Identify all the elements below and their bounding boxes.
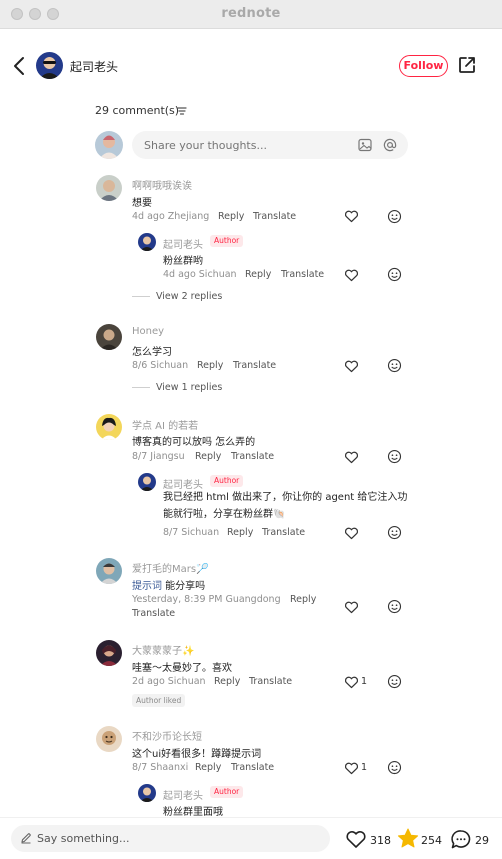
commenter-avatar[interactable] (96, 726, 122, 752)
translate-button[interactable]: Translate (132, 608, 175, 619)
my-avatar (95, 131, 123, 159)
translate-button[interactable]: Translate (249, 676, 292, 687)
like-count: 1 (361, 676, 368, 687)
comment-meta: 8/6 Sichuan (132, 360, 189, 371)
author-liked-badge: Author liked (132, 694, 186, 707)
comments-count: 29 (475, 834, 489, 847)
commenter-avatar[interactable] (96, 324, 122, 350)
heart-icon[interactable] (344, 675, 359, 689)
translate-button[interactable]: Translate (231, 451, 274, 462)
heart-icon[interactable] (344, 359, 359, 373)
heart-icon[interactable] (344, 526, 359, 540)
comment-username[interactable]: 大蒙蒙蒙子✨ (132, 642, 194, 657)
emoji-react-icon[interactable] (387, 599, 402, 614)
comment-username[interactable]: 不和沙币论长短 (132, 728, 202, 743)
replies-divider (132, 296, 150, 297)
comment-username[interactable]: 爱打毛的Mars🏸 (132, 560, 209, 575)
heart-icon[interactable] (344, 209, 359, 223)
author-avatar[interactable] (36, 52, 63, 79)
comment-text: 怎么学习 (132, 347, 172, 358)
translate-button[interactable]: Translate (231, 762, 274, 773)
reply-button[interactable]: Reply (290, 594, 316, 605)
reply-avatar[interactable] (138, 784, 156, 802)
comment-username[interactable]: 啊啊哦哦诶诶 (132, 177, 192, 192)
heart-icon[interactable] (344, 600, 359, 614)
comment-bubble-icon[interactable] (450, 829, 472, 850)
emoji-react-icon[interactable] (387, 674, 402, 689)
reply-text: 粉丝群里面哦 (163, 807, 223, 818)
comment-text: 哇塞～太曼妙了。喜欢 (132, 663, 232, 674)
comment-text: 这个ui好看很多！蹲蹲提示词 (132, 749, 262, 760)
comment-meta: Yesterday, 8:39 PM Guangdong (132, 594, 281, 605)
translate-button[interactable]: Translate (233, 360, 276, 371)
reply-button[interactable]: Reply (227, 527, 253, 538)
author-badge: Author (210, 786, 244, 798)
comment-meta: 4d ago Zhejiang (132, 211, 210, 222)
like-heart-icon[interactable] (345, 829, 367, 849)
commenter-avatar[interactable] (96, 640, 122, 666)
view-replies-button[interactable]: View 2 replies (156, 291, 222, 302)
collect-star-icon[interactable] (397, 828, 419, 849)
share-icon[interactable] (457, 55, 477, 75)
reply-text: 我已经把 html 做出来了，你让你的 agent 给它注入功能就行啦，分享在粉… (163, 492, 408, 520)
heart-icon[interactable] (344, 761, 359, 775)
follow-button[interactable]: Follow (399, 55, 448, 77)
emoji-react-icon[interactable] (387, 449, 402, 464)
comment-text: 想要 (132, 198, 152, 209)
emoji-react-icon[interactable] (387, 209, 402, 224)
comment-username[interactable]: Honey (132, 326, 164, 337)
like-count: 1 (361, 762, 368, 773)
reply-button[interactable]: Reply (214, 676, 240, 687)
reply-meta: 4d ago Sichuan (163, 269, 237, 280)
collects-count: 254 (421, 834, 442, 847)
reply-username[interactable]: 起司老头 (163, 787, 203, 802)
comment-meta: 2d ago Sichuan (132, 676, 206, 687)
comment-count: 29 comment(s) (95, 104, 180, 117)
comment-meta: 8/7 Shaanxi (132, 762, 189, 773)
pencil-icon (21, 833, 31, 844)
heart-icon[interactable] (344, 268, 359, 282)
author-badge: Author (210, 475, 244, 487)
author-badge: Author (210, 235, 244, 247)
reply-text: 粉丝群哟 (163, 256, 203, 267)
reply-button[interactable]: Reply (197, 360, 223, 371)
translate-button[interactable]: Translate (281, 269, 324, 280)
emoji-react-icon[interactable] (387, 267, 402, 282)
commenter-avatar[interactable] (96, 175, 122, 201)
author-name[interactable]: 起司老头 (70, 58, 118, 75)
say-something-input[interactable]: Say something... (11, 825, 330, 852)
reply-avatar[interactable] (138, 473, 156, 491)
heart-icon[interactable] (344, 450, 359, 464)
image-icon[interactable] (358, 138, 372, 152)
reply-meta: 8/7 Sichuan (163, 527, 220, 538)
replies-divider (132, 387, 150, 388)
reply-button[interactable]: Reply (195, 451, 221, 462)
emoji-react-icon[interactable] (387, 760, 402, 775)
translate-button[interactable]: Translate (253, 211, 296, 222)
view-replies-button[interactable]: View 1 replies (156, 382, 222, 393)
reply-button[interactable]: Reply (195, 762, 221, 773)
reply-username[interactable]: 起司老头 (163, 236, 203, 251)
prompt-link[interactable]: 提示词 (132, 581, 162, 592)
comment-meta: 8/7 Jiangsu (132, 451, 185, 462)
comment-text: 博客真的可以放吗 怎么弄的 (132, 437, 256, 448)
emoji-react-icon[interactable] (387, 358, 402, 373)
emoji-react-icon[interactable] (387, 525, 402, 540)
back-arrow-icon[interactable] (10, 55, 30, 77)
comment-text: 提示词 能分享吗 (132, 577, 205, 592)
likes-count: 318 (370, 834, 391, 847)
comment-text-rest: 能分享吗 (162, 581, 206, 592)
window-titlebar: rednote (0, 0, 502, 29)
commenter-avatar[interactable] (96, 414, 122, 440)
reply-avatar[interactable] (138, 233, 156, 251)
app-title: rednote (221, 6, 281, 21)
reply-button[interactable]: Reply (245, 269, 271, 280)
mention-icon[interactable] (383, 138, 397, 152)
sort-icon[interactable] (177, 106, 187, 116)
translate-button[interactable]: Translate (262, 527, 305, 538)
comment-username[interactable]: 学点 AI 的若若 (132, 417, 198, 432)
reply-button[interactable]: Reply (218, 211, 244, 222)
commenter-avatar[interactable] (96, 558, 122, 584)
